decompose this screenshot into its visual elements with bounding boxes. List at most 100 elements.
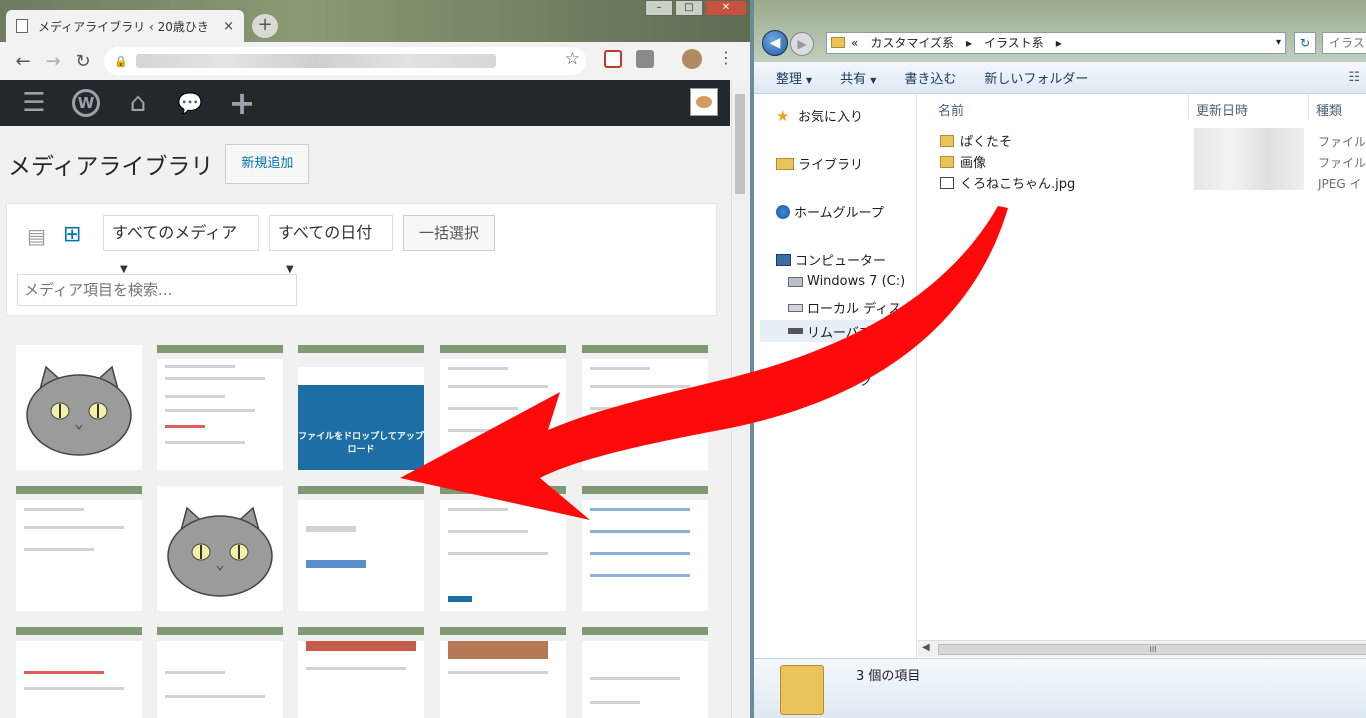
organize-button[interactable]: 整理 ▼ xyxy=(776,68,812,87)
media-item[interactable]: ファイルをドロップしてアップロード xyxy=(298,345,424,470)
maximize-button[interactable]: □ xyxy=(675,0,703,16)
nav-drive-c[interactable]: Windows 7 (C:) xyxy=(788,274,905,289)
media-item[interactable] xyxy=(582,345,708,470)
close-tab-icon[interactable]: × xyxy=(223,19,234,34)
new-tab-button[interactable]: + xyxy=(252,14,278,38)
user-avatar[interactable] xyxy=(690,88,718,116)
column-modified[interactable]: 更新日時 xyxy=(1196,100,1248,119)
back-icon[interactable]: ← xyxy=(8,51,38,72)
media-item[interactable] xyxy=(157,627,283,718)
new-folder-button[interactable]: 新しいフォルダー xyxy=(984,68,1088,87)
scroll-left-icon[interactable]: ◀ xyxy=(922,642,930,653)
view-options-icon[interactable]: ☷ xyxy=(1348,70,1360,85)
media-item[interactable] xyxy=(582,627,708,718)
breadcrumb-separator[interactable]: ▸ xyxy=(966,33,972,53)
horizontal-scrollbar[interactable]: ◀ III xyxy=(918,640,1366,657)
file-row[interactable]: くろねこちゃん.jpg xyxy=(940,173,1075,192)
media-search-input[interactable] xyxy=(17,274,297,306)
page-scrollbar[interactable] xyxy=(731,80,748,718)
network-icon xyxy=(776,373,790,386)
home-icon[interactable]: ⌂ xyxy=(112,88,164,118)
add-new-button[interactable]: 新規追加 xyxy=(225,144,310,184)
scrollbar-thumb[interactable] xyxy=(735,94,745,194)
media-item[interactable] xyxy=(157,345,283,470)
screenshot-line xyxy=(24,508,84,511)
nav-favorites[interactable]: ★ お気に入り xyxy=(776,106,863,126)
media-item[interactable] xyxy=(440,627,566,718)
column-separator[interactable] xyxy=(1188,94,1189,120)
media-item[interactable] xyxy=(440,345,566,470)
share-button[interactable]: 共有 ▼ xyxy=(840,68,876,87)
scrollbar-thumb[interactable]: III xyxy=(938,644,1366,655)
forward-button[interactable]: ▶ xyxy=(790,32,814,56)
file-row[interactable]: ぱくたそ xyxy=(940,131,1012,150)
date-filter[interactable]: すべての日付▼ xyxy=(269,215,393,275)
refresh-icon[interactable]: ↻ xyxy=(1294,32,1316,54)
address-breadcrumb[interactable]: « カスタマイズ系 ▸ イラスト系 ▸ ▾ xyxy=(826,32,1286,54)
file-row[interactable]: 画像 xyxy=(940,152,986,171)
bookmark-star-icon[interactable]: ☆ xyxy=(565,49,580,69)
nav-local-disk[interactable]: ローカル ディスク xyxy=(788,298,914,317)
media-item[interactable] xyxy=(298,486,424,611)
screenshot-line xyxy=(448,385,548,388)
nav-removable[interactable]: リムーバブル デ xyxy=(760,320,916,342)
nav-network[interactable]: ネットワーク xyxy=(776,370,872,389)
back-button[interactable]: ◀ xyxy=(762,30,788,56)
reload-icon[interactable]: ↻ xyxy=(68,51,98,72)
media-item[interactable] xyxy=(582,486,708,611)
breadcrumb-item[interactable]: カスタマイズ系 xyxy=(870,33,954,53)
media-item[interactable] xyxy=(157,486,283,611)
screenshot-line xyxy=(590,385,690,388)
explorer-search-input[interactable]: イラス xyxy=(1322,32,1366,54)
extension-icon[interactable] xyxy=(604,50,622,68)
column-separator[interactable] xyxy=(1308,94,1309,120)
folder-icon xyxy=(780,665,824,715)
nav-homegroup[interactable]: ホームグループ xyxy=(776,202,884,221)
drive-icon xyxy=(788,303,803,312)
media-item[interactable] xyxy=(16,345,142,470)
screenshot-line xyxy=(165,409,255,412)
add-new-icon[interactable]: + xyxy=(216,84,268,122)
wordpress-logo-icon[interactable]: W xyxy=(72,89,100,117)
breadcrumb-overflow[interactable]: « xyxy=(851,33,858,53)
browser-tab[interactable]: メディアライブラリ ‹ 20歳ひき × xyxy=(6,10,244,42)
blurred-dates xyxy=(1194,128,1304,190)
bulk-select-button[interactable]: 一括選択 xyxy=(403,215,496,251)
media-item[interactable] xyxy=(440,486,566,611)
screenshot-line xyxy=(448,429,538,432)
list-view-icon[interactable]: ▤ xyxy=(27,224,46,248)
screenshot-line xyxy=(165,365,235,368)
close-window-button[interactable]: ✕ xyxy=(705,0,747,16)
minimize-button[interactable]: – xyxy=(645,0,673,16)
media-item[interactable] xyxy=(16,486,142,611)
breadcrumb-item[interactable]: イラスト系 xyxy=(984,33,1044,53)
burn-button[interactable]: 書き込む xyxy=(904,68,956,87)
profile-avatar[interactable] xyxy=(682,49,702,69)
comment-icon[interactable]: 💬 xyxy=(164,91,216,115)
media-item[interactable] xyxy=(298,627,424,718)
screenshot-line xyxy=(165,671,225,674)
menu-icon[interactable]: ☰ xyxy=(8,88,60,118)
nav-libraries[interactable]: ライブラリ xyxy=(776,154,863,173)
screenshot-line xyxy=(165,395,225,398)
date-filter-value: すべての日付 xyxy=(278,223,373,242)
media-type-filter-value: すべてのメディア xyxy=(112,223,238,242)
address-bar[interactable]: 🔒 xyxy=(104,47,586,75)
nav-computer[interactable]: コンピューター xyxy=(776,250,886,269)
breadcrumb-separator[interactable]: ▸ xyxy=(1056,33,1062,53)
forward-icon[interactable]: → xyxy=(38,51,68,72)
column-name[interactable]: 名前 xyxy=(938,100,964,119)
screenshot-line xyxy=(165,425,205,428)
chevron-down-icon[interactable]: ▾ xyxy=(1276,33,1281,53)
browser-menu-icon[interactable]: ⋮ xyxy=(718,48,734,67)
folder-icon xyxy=(940,155,954,168)
extension-icon[interactable] xyxy=(636,50,654,68)
page-title: メディアライブラリ xyxy=(8,154,214,180)
grid-view-icon[interactable]: ⊞ xyxy=(63,222,81,247)
media-type-filter[interactable]: すべてのメディア▼ xyxy=(103,215,259,275)
column-type[interactable]: 種類 xyxy=(1316,100,1342,119)
removable-drive-icon xyxy=(788,328,803,334)
screenshot-line xyxy=(448,596,472,602)
media-item[interactable] xyxy=(16,627,142,718)
screenshot-line xyxy=(306,560,366,568)
